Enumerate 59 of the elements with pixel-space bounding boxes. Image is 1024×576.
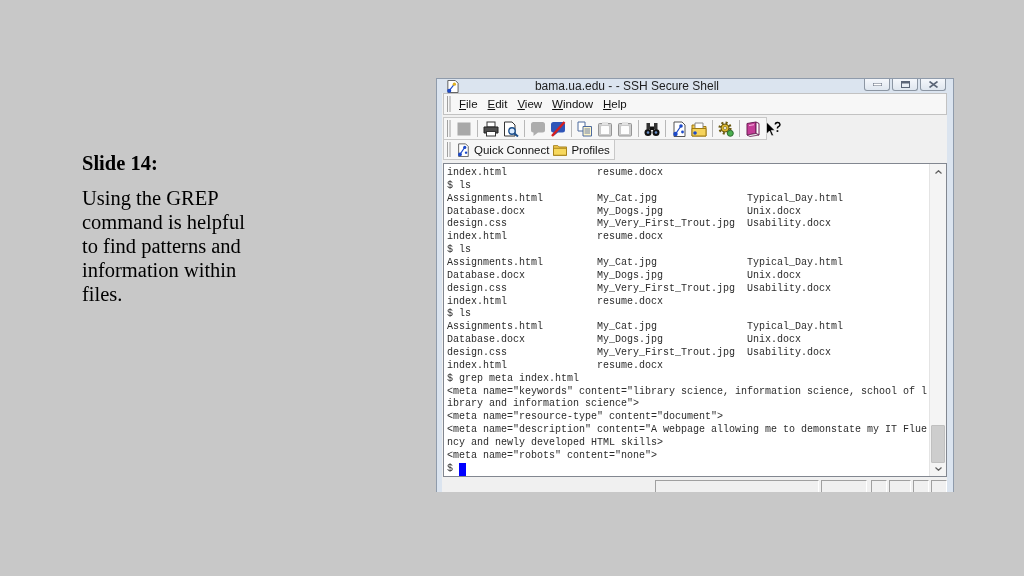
menu-item[interactable]: Help xyxy=(598,96,632,112)
window-title: bama.ua.edu - - SSH Secure Shell xyxy=(533,79,721,93)
menu-item[interactable]: File xyxy=(454,96,483,112)
terminal-line: Assignments.html My_Cat.jpg Typical_Day.html xyxy=(447,321,844,334)
gear-icon[interactable] xyxy=(718,120,734,137)
book-icon[interactable] xyxy=(745,120,761,137)
terminal-line: Database.docx My_Dogs.jpg Unix.docx xyxy=(447,205,802,218)
terminal-line: Assignments.html My_Cat.jpg Typical_Day.html xyxy=(447,257,844,270)
grip-icon[interactable] xyxy=(447,120,451,137)
terminal-line: ncy and newly developed HTML skills> xyxy=(447,437,664,450)
menu-item[interactable]: Edit xyxy=(482,96,513,112)
scroll-up-icon[interactable] xyxy=(934,170,942,174)
terminal-line: <meta name="robots" content="none"> xyxy=(447,449,658,463)
terminal-line: $ ls xyxy=(447,308,471,321)
scroll-down-icon[interactable] xyxy=(934,467,942,471)
folder-icon xyxy=(553,143,568,156)
folder-page-icon[interactable] xyxy=(691,120,707,137)
maximize-button[interactable] xyxy=(892,79,918,91)
terminal-line: index.html resume.docx xyxy=(447,359,664,373)
slide-heading: Slide 14: xyxy=(82,151,158,175)
page-magnifier-icon[interactable] xyxy=(503,120,519,137)
terminal-line: index.html resume.docx xyxy=(447,295,664,308)
menu-item[interactable]: View xyxy=(512,96,548,112)
terminal-line: design.css My_Very_First_Trout.jpg Usability.docx xyxy=(447,347,832,360)
terminal-line: <meta name="resource-type" content="document"> xyxy=(447,411,724,424)
close-button[interactable] xyxy=(920,79,946,91)
terminal-line: index.html resume.docx xyxy=(447,167,664,180)
scrollbar-thumb[interactable] xyxy=(931,425,945,463)
text-cursor-icon xyxy=(459,462,466,476)
quick-bar-button[interactable]: Profiles xyxy=(551,142,612,157)
terminal-line: $ ls xyxy=(447,244,471,257)
terminal-line: design.css My_Very_First_Trout.jpg Usability.docx xyxy=(447,218,832,231)
help-pointer-icon[interactable] xyxy=(765,120,781,137)
terminal-line: Assignments.html My_Cat.jpg Typical_Day.html xyxy=(447,192,844,206)
printer-icon[interactable] xyxy=(483,120,499,137)
grip-icon[interactable] xyxy=(447,96,451,112)
terminal-line: <meta name="description" content="A webpage allowing me to demonstate my IT Flue xyxy=(447,424,928,437)
network-page-icon[interactable] xyxy=(671,120,687,137)
maximize-icon xyxy=(900,81,910,88)
terminal-line: Database.docx My_Dogs.jpg Unix.docx xyxy=(447,269,802,283)
terminal-line: index.html resume.docx xyxy=(447,231,664,244)
close-icon xyxy=(928,81,938,88)
terminal-line: <meta name="keywords" content="library science, information science, school of l xyxy=(447,385,928,398)
grip-icon[interactable] xyxy=(447,142,451,157)
network-page-icon[interactable] xyxy=(445,79,460,93)
crossed-bubble-icon[interactable] xyxy=(550,120,566,137)
terminal-line: Database.docx My_Dogs.jpg Unix.docx xyxy=(447,334,802,347)
terminal-prompt: $ xyxy=(447,462,453,476)
terminal-line: ibrary and information science"> xyxy=(447,398,640,411)
terminal-line: $ grep meta index.html xyxy=(447,372,580,386)
minimize-button[interactable] xyxy=(864,79,890,91)
terminal-line: design.css My_Very_First_Trout.jpg Usability.docx xyxy=(447,282,832,296)
minimize-icon xyxy=(872,83,882,86)
slide-text: Using the GREP command is helpful to find patterns and information within files. xyxy=(82,186,246,306)
binoculars-icon[interactable] xyxy=(644,120,660,137)
terminal-line: $ ls xyxy=(447,179,471,193)
menu-item[interactable]: Window xyxy=(547,96,599,112)
copy-icon[interactable] xyxy=(577,120,593,137)
quick-bar-button[interactable]: Quick Connect xyxy=(454,142,552,157)
